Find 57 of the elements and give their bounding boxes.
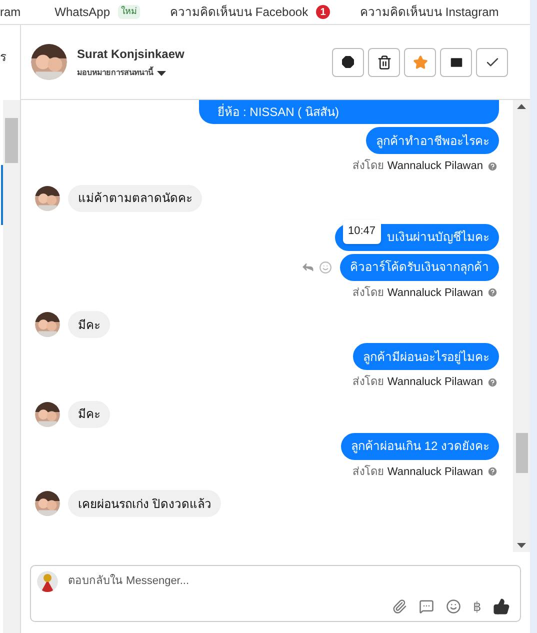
sender-name: Wannaluck Pilawan	[387, 375, 483, 390]
sender-name: Wannaluck Pilawan	[387, 159, 483, 174]
outgoing-message: คิวอาร์โค้ดรับเงินจากลุกค้า	[340, 254, 499, 280]
attach-icon[interactable]	[392, 598, 407, 614]
channel-tab[interactable]: ความคิดเห็นบน Instagram	[360, 3, 499, 21]
channel-tab[interactable]: ความคิดเห็นบน Facebook	[170, 3, 308, 21]
star-button[interactable]	[404, 48, 436, 76]
sent-by-label: ส่งโดย	[352, 464, 384, 480]
scrollbar-thumb[interactable]	[516, 433, 528, 473]
scrollbar[interactable]	[3, 100, 20, 633]
sent-by-label: ส่งโดย	[352, 158, 384, 174]
like-icon[interactable]	[493, 598, 510, 615]
mail-button[interactable]	[440, 48, 472, 76]
incoming-message: มีคะ	[68, 400, 110, 428]
report-button[interactable]	[332, 48, 364, 76]
outgoing-message: ยี่ห้อ : NISSAN ( นิสสัน)	[198, 100, 499, 124]
avatar	[35, 186, 60, 210]
reply-composer[interactable]: ตอบกลับใน Messenger... ฿	[30, 565, 521, 622]
timestamp-tooltip: 10:47	[343, 220, 381, 244]
scroll-up-icon[interactable]	[517, 104, 526, 109]
contact-name: Surat Konjsinkaew	[77, 46, 184, 63]
avatar	[35, 402, 60, 426]
help-icon	[487, 160, 498, 172]
incoming-message: เคยผ่อนรถเก่ง ปิดงวดแล้ว	[68, 490, 222, 517]
count-badge: 1	[316, 5, 330, 19]
help-icon	[487, 287, 498, 298]
new-badge: ใหม่	[118, 5, 140, 19]
done-button[interactable]	[476, 48, 508, 76]
sent-by-label: ส่งโดย	[352, 285, 384, 300]
help-icon	[487, 466, 498, 478]
trash-icon	[376, 54, 392, 70]
incoming-message: มีคะ	[68, 311, 110, 338]
currency-button[interactable]: ฿	[473, 596, 481, 616]
scroll-down-icon[interactable]	[517, 543, 526, 548]
avatar	[35, 491, 60, 516]
help-icon	[487, 376, 498, 388]
assign-dropdown[interactable]: มอบหมายการสนทนานี้	[77, 67, 184, 79]
sent-by-label: ส่งโดย	[352, 374, 384, 390]
scrollbar-thumb[interactable]	[5, 118, 18, 163]
delete-button[interactable]	[368, 48, 400, 76]
channel-tab[interactable]: ram	[0, 3, 21, 21]
outgoing-message: ลูกค้าผ่อนเกิน 12 งวดยังคะ	[340, 432, 499, 460]
avatar	[31, 44, 67, 80]
caret-icon	[157, 70, 166, 76]
sender-name: Wannaluck Pilawan	[387, 286, 483, 300]
channel-tab[interactable]: WhatsApp	[54, 3, 110, 21]
sender-name: Wannaluck Pilawan	[387, 464, 483, 480]
avatar	[37, 571, 58, 592]
scrollbar[interactable]	[513, 100, 530, 552]
reply-input[interactable]: ตอบกลับใน Messenger...	[68, 573, 514, 590]
outgoing-message: ลูกค้ามีผ่อนอะไรอยู่ไมคะ	[353, 343, 499, 370]
sidebar-text: ร	[0, 50, 6, 64]
incoming-message: แม่ค้าตามตลาดนัดคะ	[68, 184, 202, 212]
chat-icon[interactable]	[419, 598, 434, 614]
avatar	[35, 312, 60, 337]
outgoing-message: ลูกค้าทำอาชีพอะไรคะ	[366, 127, 499, 154]
emoji-icon[interactable]	[446, 598, 461, 614]
